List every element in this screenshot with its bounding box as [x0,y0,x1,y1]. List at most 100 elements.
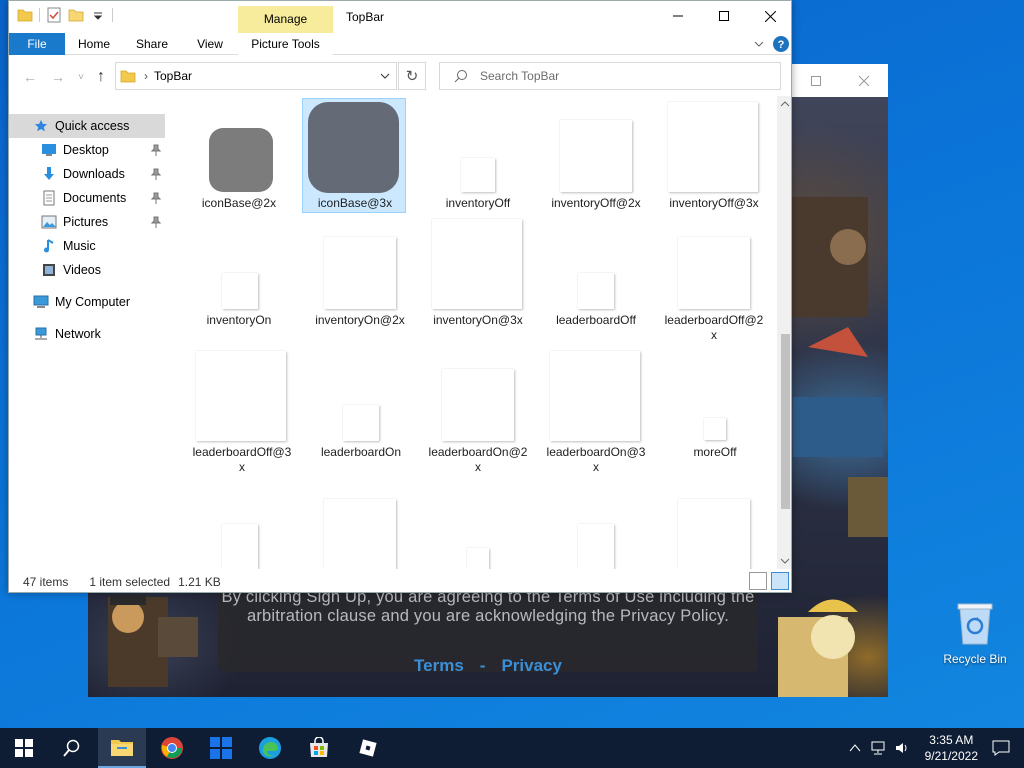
file-item[interactable] [187,496,291,569]
nav-item-music[interactable]: Music [9,234,165,258]
store-icon[interactable] [295,728,343,768]
nav-label: Downloads [63,167,125,181]
file-item[interactable] [308,496,412,569]
back-arrow-icon[interactable]: ← [21,68,39,86]
forward-arrow-icon[interactable]: → [49,68,67,86]
nav-item-documents[interactable]: Documents [9,186,165,210]
file-item[interactable]: iconBase@2x [187,99,291,214]
help-icon[interactable]: ? [773,36,789,52]
nav-network[interactable]: Network [9,322,165,346]
chevron-down-icon[interactable] [753,38,765,50]
image-thumbnail [324,237,396,309]
volume-icon[interactable] [895,741,911,755]
tab-picture-tools[interactable]: Picture Tools [238,33,333,55]
tab-share[interactable]: Share [131,33,173,55]
close-button[interactable] [840,64,888,97]
recycle-bin-icon [956,600,994,646]
chevron-up-icon[interactable] [849,743,861,753]
file-item[interactable]: inventoryOn@2x [308,216,412,346]
file-item[interactable]: iconBase@3x [302,98,406,213]
nav-item-pictures[interactable]: Pictures [9,210,165,234]
svg-text:?: ? [778,39,785,51]
file-explorer-icon[interactable] [98,728,146,768]
clock[interactable]: 3:35 AM 9/21/2022 [925,732,978,764]
file-name: leaderboardOn [320,445,402,459]
quick-access-toolbar [17,7,113,23]
maximize-button[interactable] [792,64,840,97]
roblox-icon[interactable] [344,728,392,768]
search-icon[interactable] [48,728,96,768]
new-folder-icon[interactable] [68,7,84,23]
refresh-icon[interactable]: ↻ [398,62,426,90]
file-item[interactable]: leaderboardOn [309,348,413,478]
file-item[interactable]: inventoryOff [426,99,530,214]
scrollbar-thumb[interactable] [781,334,790,509]
file-item[interactable]: leaderboardOn@3x [544,348,648,478]
address-bar[interactable]: › TopBar [115,62,397,90]
selection-count: 1 item selected [89,574,171,589]
file-explorer-window[interactable]: Manage TopBar File Home Share View Pictu… [8,0,792,593]
scroll-up-icon[interactable] [777,98,792,110]
large-icons-view-icon[interactable] [771,572,789,590]
file-item[interactable] [426,496,530,569]
file-list[interactable]: iconBase@2x iconBase@3x inventoryOff inv… [172,96,777,569]
file-name: inventoryOff [445,196,511,210]
file-item[interactable] [662,496,766,569]
network-icon[interactable] [871,741,887,755]
terms-link[interactable]: Terms [414,656,464,675]
tab-view[interactable]: View [189,33,231,55]
tab-manage[interactable]: Manage [238,6,333,33]
minimize-button[interactable] [655,1,701,31]
image-thumbnail [668,102,758,192]
file-item[interactable]: moreOff [663,348,767,478]
image-thumbnail [678,237,750,309]
nav-quick-access[interactable]: Quick access [9,114,165,138]
address-dropdown-icon[interactable] [380,71,390,81]
scroll-down-icon[interactable] [777,555,792,567]
file-item[interactable]: leaderboardOff@3x [190,348,294,478]
desktop-left-edge [0,0,8,728]
windows-store-tiles-icon[interactable] [197,728,245,768]
file-item[interactable]: inventoryOff@2x [544,99,648,214]
recent-locations-chevron-icon[interactable]: ˅ [75,68,87,86]
pin-icon [151,168,161,180]
pin-icon [151,192,161,204]
start-icon[interactable] [0,728,48,768]
close-button[interactable] [747,1,791,31]
vertical-scrollbar[interactable] [777,96,792,569]
image-thumbnail [324,499,396,569]
file-item[interactable] [544,496,648,569]
up-arrow-icon[interactable]: ↑ [92,68,110,86]
breadcrumb-topbar[interactable]: TopBar [154,69,192,83]
chrome-icon[interactable] [148,728,196,768]
file-item[interactable]: leaderboardOff@2x [662,216,766,346]
privacy-link[interactable]: Privacy [501,656,562,675]
qat-dropdown-icon[interactable] [90,7,106,23]
tab-file[interactable]: File [9,33,65,55]
nav-item-downloads[interactable]: Downloads [9,162,165,186]
edge-icon[interactable] [246,728,294,768]
nav-my-computer[interactable]: My Computer [9,290,165,314]
recycle-bin[interactable]: Recycle Bin [940,600,1010,666]
file-item[interactable]: leaderboardOn@2x [426,348,530,478]
file-item[interactable]: inventoryOff@3x [662,99,766,214]
nav-item-desktop[interactable]: Desktop [9,138,165,162]
window-title: TopBar [346,10,385,24]
details-view-icon[interactable] [749,572,767,590]
tab-home[interactable]: Home [73,33,115,55]
folder-icon [120,70,136,83]
search-box[interactable]: Search TopBar [439,62,781,90]
window-controls [655,1,791,31]
nav-label: Documents [63,191,127,205]
file-item[interactable]: leaderboardOff [544,216,648,346]
nav-label: My Computer [55,295,131,309]
file-item[interactable]: inventoryOn@3x [426,216,530,346]
file-item[interactable]: inventoryOn [187,216,291,346]
search-input[interactable]: Search TopBar [480,69,559,83]
taskbar: 3:35 AM 9/21/2022 [0,728,1024,768]
nav-item-videos[interactable]: Videos [9,258,165,282]
maximize-button[interactable] [701,1,747,31]
properties-icon[interactable] [46,7,62,23]
navigation-pane: Quick access Desktop Downloads Documents… [9,106,169,564]
notifications-icon[interactable] [992,740,1010,756]
